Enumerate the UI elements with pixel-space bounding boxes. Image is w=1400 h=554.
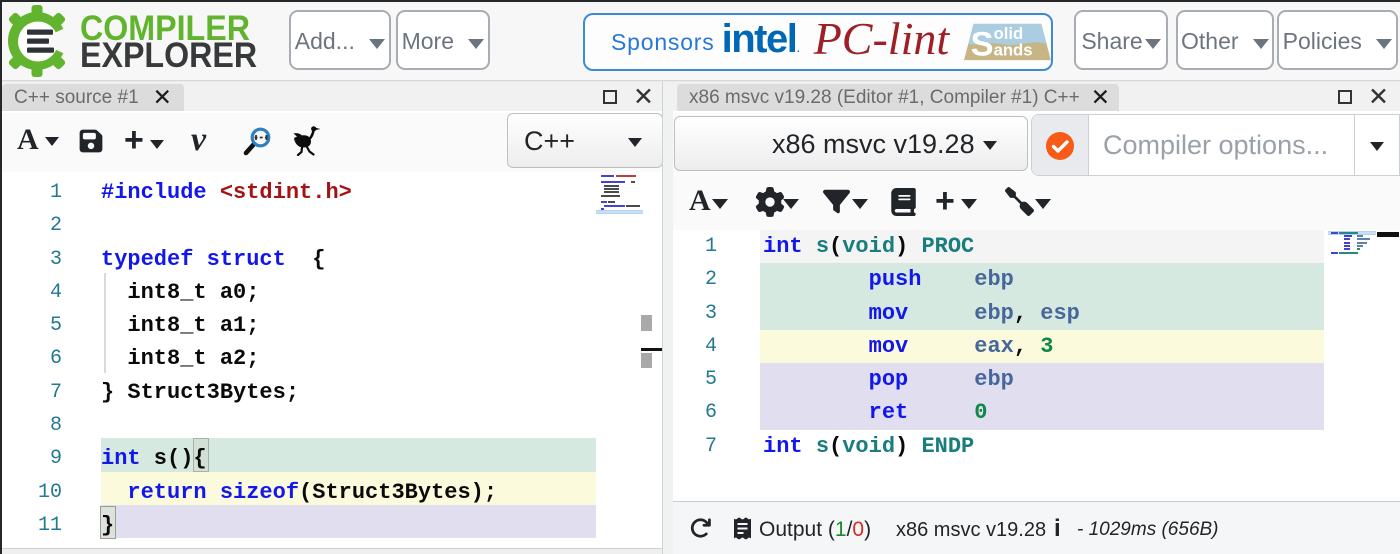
svg-text:S: S bbox=[971, 25, 994, 61]
svg-text:ands: ands bbox=[994, 40, 1033, 59]
